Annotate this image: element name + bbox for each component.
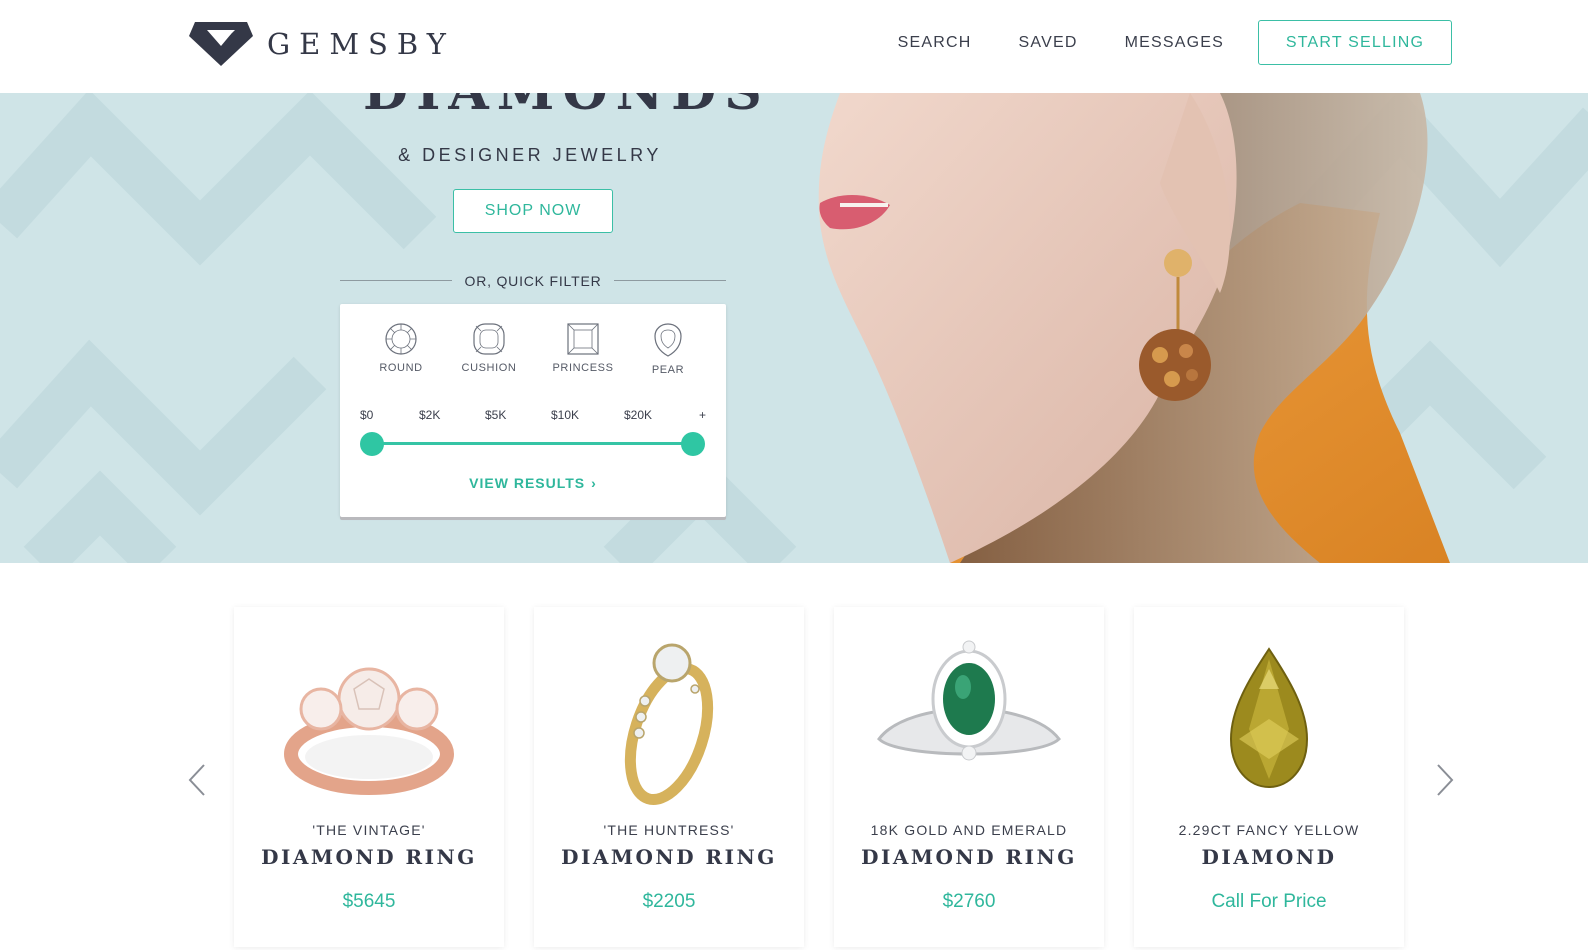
shop-now-button[interactable]: SHOP NOW bbox=[453, 189, 613, 233]
princess-cut-icon bbox=[567, 323, 599, 355]
price-tick: $20K bbox=[624, 408, 653, 422]
yellow-gold-solitaire-ring-image bbox=[624, 643, 714, 806]
shape-princess-label: PRINCESS bbox=[552, 362, 614, 374]
shape-round[interactable]: ROUND bbox=[361, 322, 441, 374]
gemsby-diamond-logo-icon bbox=[189, 22, 253, 66]
brand-name: GEMSBY bbox=[267, 27, 455, 61]
price-max-handle[interactable] bbox=[681, 432, 705, 456]
chevron-left-icon[interactable] bbox=[186, 763, 210, 797]
quick-filter-divider: OR, QUICK FILTER bbox=[340, 269, 726, 293]
product-card[interactable]: 2.29CT FANCY YELLOW DIAMOND Call For Pri… bbox=[1134, 607, 1404, 947]
view-results-label: VIEW RESULTS bbox=[469, 475, 586, 491]
nav-search[interactable]: SEARCH bbox=[898, 34, 972, 52]
logo[interactable]: GEMSBY bbox=[187, 20, 455, 68]
product-price: $2760 bbox=[942, 891, 996, 912]
product-subtitle: 'THE VINTAGE' bbox=[312, 822, 426, 838]
round-cut-icon bbox=[385, 323, 417, 355]
product-card[interactable]: 18K GOLD AND EMERALD DIAMOND RING $2760 bbox=[834, 607, 1104, 947]
price-tick: + bbox=[699, 408, 707, 422]
price-min-handle[interactable] bbox=[360, 432, 384, 456]
hero-title: DIAMONDS bbox=[363, 93, 762, 122]
model-photo bbox=[818, 93, 1450, 563]
chevron-right-icon: › bbox=[591, 475, 597, 491]
shape-pear-label: PEAR bbox=[651, 364, 685, 376]
product-price: Call For Price bbox=[1211, 891, 1327, 912]
product-subtitle: 2.29CT FANCY YELLOW bbox=[1178, 822, 1360, 838]
divider-line-right bbox=[614, 280, 726, 281]
price-tick: $2K bbox=[419, 408, 441, 422]
price-range-track[interactable] bbox=[372, 442, 693, 445]
product-title: DIAMOND RING bbox=[261, 845, 477, 869]
shape-cushion[interactable]: CUSHION bbox=[449, 322, 529, 374]
product-carousel: 'THE VINTAGE' DIAMOND RING $5645 'THE HU… bbox=[0, 563, 1588, 950]
product-subtitle: 18K GOLD AND EMERALD bbox=[870, 822, 1068, 838]
rose-gold-three-stone-ring-image bbox=[284, 667, 454, 795]
product-price: $2205 bbox=[642, 891, 696, 912]
price-tick: $5K bbox=[485, 408, 507, 422]
shape-round-label: ROUND bbox=[379, 362, 423, 374]
product-card[interactable]: 'THE HUNTRESS' DIAMOND RING $2205 bbox=[534, 607, 804, 947]
quick-filter-label: OR, QUICK FILTER bbox=[464, 273, 602, 289]
site-header: GEMSBY SEARCH SAVED MESSAGES START SELLI… bbox=[0, 0, 1588, 93]
shape-options: ROUND CUSHION PRINCESS PEAR bbox=[340, 322, 726, 382]
quick-filter-card: ROUND CUSHION PRINCESS PEAR $0 $2K $5K $… bbox=[340, 304, 726, 517]
start-selling-button[interactable]: START SELLING bbox=[1258, 20, 1452, 65]
product-title: DIAMOND RING bbox=[561, 845, 777, 869]
price-tick: $0 bbox=[360, 408, 374, 422]
product-title: DIAMOND RING bbox=[861, 845, 1077, 869]
hero-subtitle: & DESIGNER JEWELRY bbox=[398, 145, 662, 165]
shape-pear[interactable]: PEAR bbox=[628, 322, 708, 376]
view-results-link[interactable]: VIEW RESULTS › bbox=[340, 475, 726, 491]
product-subtitle: 'THE HUNTRESS' bbox=[603, 822, 735, 838]
chevron-right-icon[interactable] bbox=[1432, 763, 1456, 797]
shape-cushion-label: CUSHION bbox=[461, 362, 517, 374]
shape-princess[interactable]: PRINCESS bbox=[543, 322, 623, 374]
price-ticks: $0 $2K $5K $10K $20K + bbox=[360, 408, 706, 424]
hero-banner: DIAMONDS & DESIGNER JEWELRY SHOP NOW OR,… bbox=[0, 93, 1588, 563]
main-nav: SEARCH SAVED MESSAGES START SELLING bbox=[898, 20, 1452, 65]
product-price: $5645 bbox=[342, 891, 396, 912]
nav-messages[interactable]: MESSAGES bbox=[1125, 34, 1224, 52]
pear-cut-icon bbox=[654, 323, 682, 357]
yellow-pear-diamond-image bbox=[1229, 647, 1309, 789]
nav-saved[interactable]: SAVED bbox=[1019, 34, 1078, 52]
product-title: DIAMOND bbox=[1201, 845, 1337, 869]
cushion-cut-icon bbox=[473, 323, 505, 355]
product-card[interactable]: 'THE VINTAGE' DIAMOND RING $5645 bbox=[234, 607, 504, 947]
emerald-halo-ring-image bbox=[877, 640, 1061, 761]
price-tick: $10K bbox=[551, 408, 580, 422]
